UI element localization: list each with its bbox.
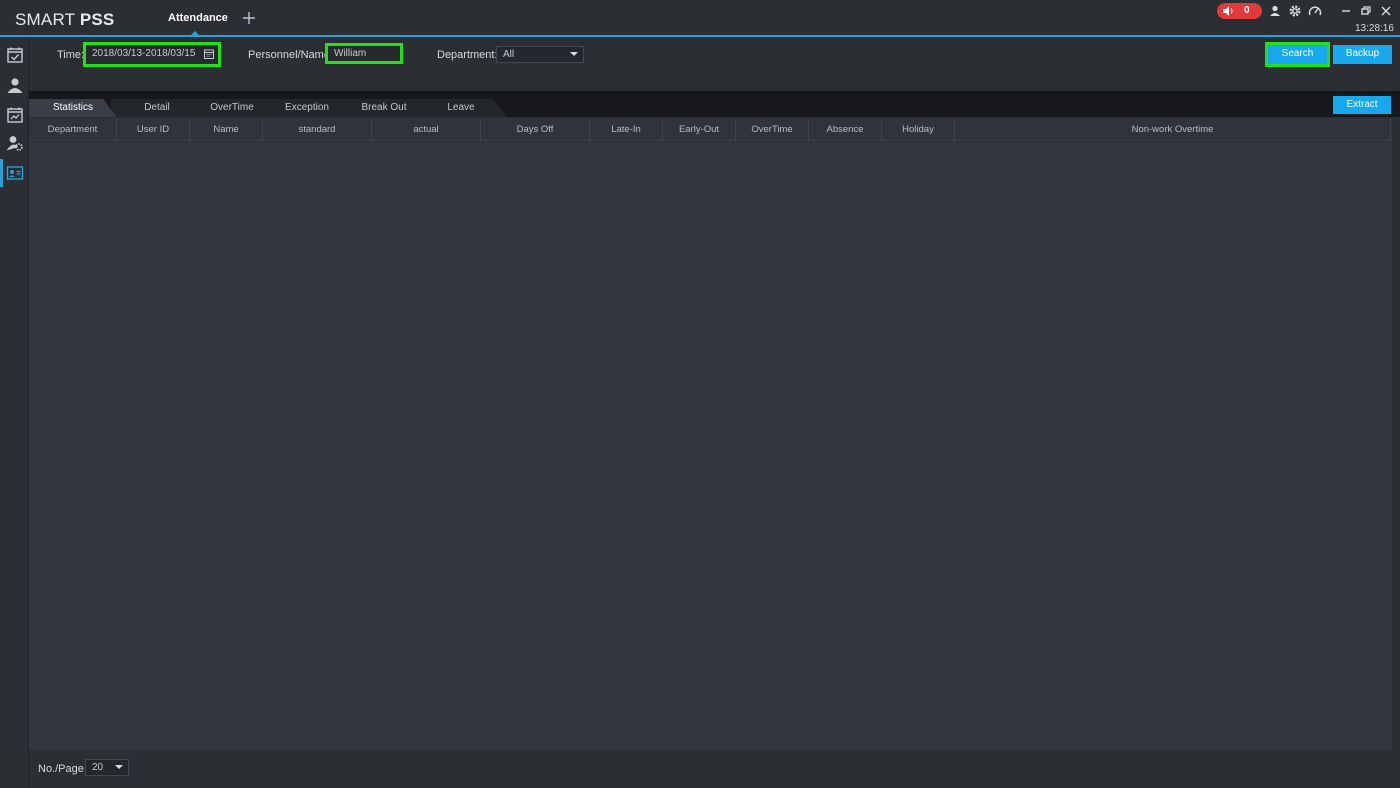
- tab-label: Exception: [285, 102, 329, 113]
- department-label: Department:: [437, 49, 498, 61]
- personnel-name-value: William: [334, 48, 367, 59]
- tab-label: Break Out: [361, 102, 407, 113]
- department-select[interactable]: All: [496, 46, 584, 63]
- time-label: Time:: [57, 49, 85, 61]
- column-header-non-work-overtime[interactable]: Non-work Overtime: [955, 118, 1391, 141]
- page-size-select[interactable]: 20: [85, 759, 129, 776]
- chevron-down-icon: [115, 765, 123, 769]
- personnel-label: Personnel/Name:: [248, 49, 333, 61]
- tab-statistics[interactable]: Statistics: [29, 99, 117, 117]
- user-icon[interactable]: [1268, 4, 1282, 18]
- alarm-badge[interactable]: 0: [1217, 3, 1262, 19]
- table-footer: No./Page 20: [29, 750, 1400, 788]
- tab-label: Statistics: [52, 102, 93, 113]
- minimize-icon[interactable]: [1339, 4, 1353, 18]
- column-header-early-out[interactable]: Early-Out: [663, 118, 736, 141]
- restore-icon[interactable]: [1359, 4, 1373, 18]
- column-header-standard[interactable]: standard: [263, 118, 372, 141]
- personnel-name-input[interactable]: William: [328, 46, 400, 61]
- column-header-absence[interactable]: Absence: [809, 118, 882, 141]
- user-settings-icon[interactable]: [6, 134, 24, 152]
- speaker-icon: [1223, 6, 1233, 16]
- plus-icon[interactable]: [240, 9, 258, 27]
- calendar-check-icon[interactable]: [6, 46, 24, 64]
- page-size-label: No./Page: [38, 763, 84, 775]
- calendar-icon[interactable]: [204, 49, 214, 59]
- tab-detail[interactable]: Detail: [111, 99, 203, 117]
- tab-active-indicator: [191, 31, 199, 35]
- time-range-input[interactable]: 2018/03/13-2018/03/15: [86, 46, 218, 63]
- table-body: [29, 142, 1392, 750]
- column-header-late-in[interactable]: Late-In: [590, 118, 663, 141]
- right-gutter: [1392, 118, 1400, 750]
- tab-attendance-label: Attendance: [168, 12, 228, 24]
- column-header-name[interactable]: Name: [190, 118, 263, 141]
- system-clock: 13:28:16: [1355, 23, 1394, 34]
- personnel-icon[interactable]: [6, 76, 24, 94]
- left-nav-rail: [0, 37, 29, 788]
- tab-label: Leave: [447, 102, 475, 113]
- department-value: All: [503, 49, 515, 60]
- page-size-value: 20: [92, 762, 104, 773]
- title-bar: SMART PSS Attendance 0 13:28:16: [0, 0, 1400, 37]
- nav-selected-indicator: [0, 159, 3, 187]
- column-header-days-off[interactable]: Days Off: [481, 118, 590, 141]
- alarm-count: 0: [1244, 5, 1250, 16]
- close-icon[interactable]: [1379, 4, 1393, 18]
- chevron-down-icon: [570, 52, 578, 56]
- column-header-overtime[interactable]: OverTime: [736, 118, 809, 141]
- backup-button[interactable]: Backup: [1333, 45, 1392, 64]
- column-header-user-id[interactable]: User ID: [117, 118, 190, 141]
- app-logo: SMART PSS: [15, 10, 115, 29]
- extract-button[interactable]: Extract: [1333, 96, 1391, 114]
- search-button[interactable]: Search: [1268, 45, 1327, 64]
- column-header-actual[interactable]: actual: [372, 118, 481, 141]
- table-header: Department User ID Name standard actual Days …: [29, 118, 1392, 141]
- tab-attendance[interactable]: Attendance: [158, 0, 230, 35]
- tab-label: Detail: [144, 102, 170, 113]
- attendance-report-icon[interactable]: [6, 164, 24, 182]
- gear-icon[interactable]: [1288, 4, 1302, 18]
- column-header-department[interactable]: Department: [29, 118, 117, 141]
- speedometer-icon[interactable]: [1308, 4, 1322, 18]
- time-range-value: 2018/03/13-2018/03/15: [92, 48, 196, 59]
- tab-label: OverTime: [210, 102, 254, 113]
- schedule-icon[interactable]: [6, 106, 24, 124]
- report-tab-strip: Statistics Detail OverTime Exception Break O…: [29, 91, 1400, 117]
- column-header-holiday[interactable]: Holiday: [882, 118, 955, 141]
